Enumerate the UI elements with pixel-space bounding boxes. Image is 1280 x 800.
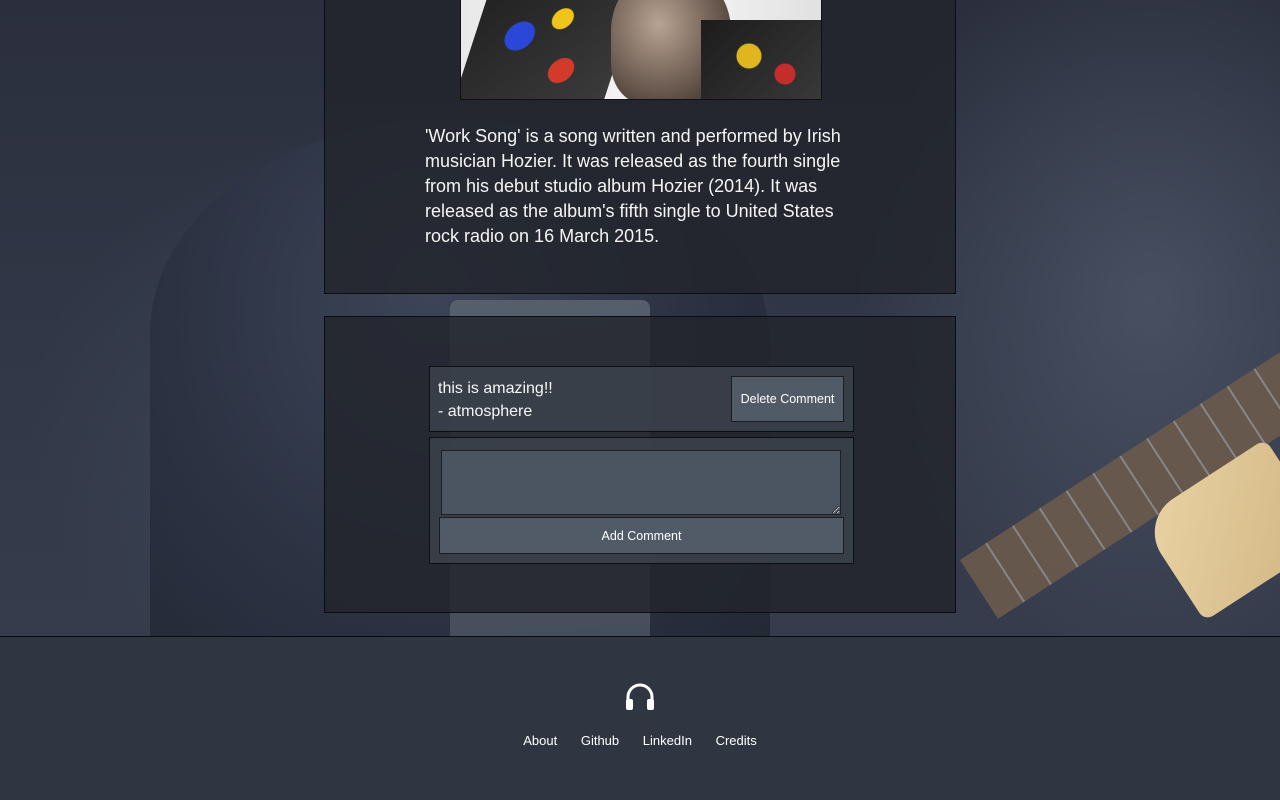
footer-link-github[interactable]: Github (581, 733, 619, 748)
footer-link-credits[interactable]: Credits (716, 733, 757, 748)
song-details-panel: 'Work Song' is a song written and perfor… (324, 0, 956, 294)
delete-comment-button[interactable]: Delete Comment (731, 376, 844, 422)
add-comment-button[interactable]: Add Comment (439, 517, 844, 554)
comment-text: this is amazing!! (438, 380, 553, 397)
footer-link-about[interactable]: About (523, 733, 557, 748)
headphones-icon (626, 683, 654, 710)
song-description: 'Work Song' is a song written and perfor… (425, 126, 841, 246)
comment-body: this is amazing!! - atmosphere (438, 377, 553, 423)
album-cover-image (460, 0, 822, 100)
comment-compose-form: Add Comment (429, 437, 854, 564)
footer: About Github LinkedIn Credits (0, 636, 1280, 800)
comment-author: - atmosphere (438, 403, 533, 420)
album-cover-jacket (701, 20, 821, 99)
footer-link-linkedin[interactable]: LinkedIn (643, 733, 692, 748)
comment-card: this is amazing!! - atmosphere Delete Co… (429, 366, 854, 432)
comments-panel: this is amazing!! - atmosphere Delete Co… (324, 316, 956, 613)
footer-nav: About Github LinkedIn Credits (0, 733, 1280, 748)
comment-input[interactable] (441, 450, 841, 515)
